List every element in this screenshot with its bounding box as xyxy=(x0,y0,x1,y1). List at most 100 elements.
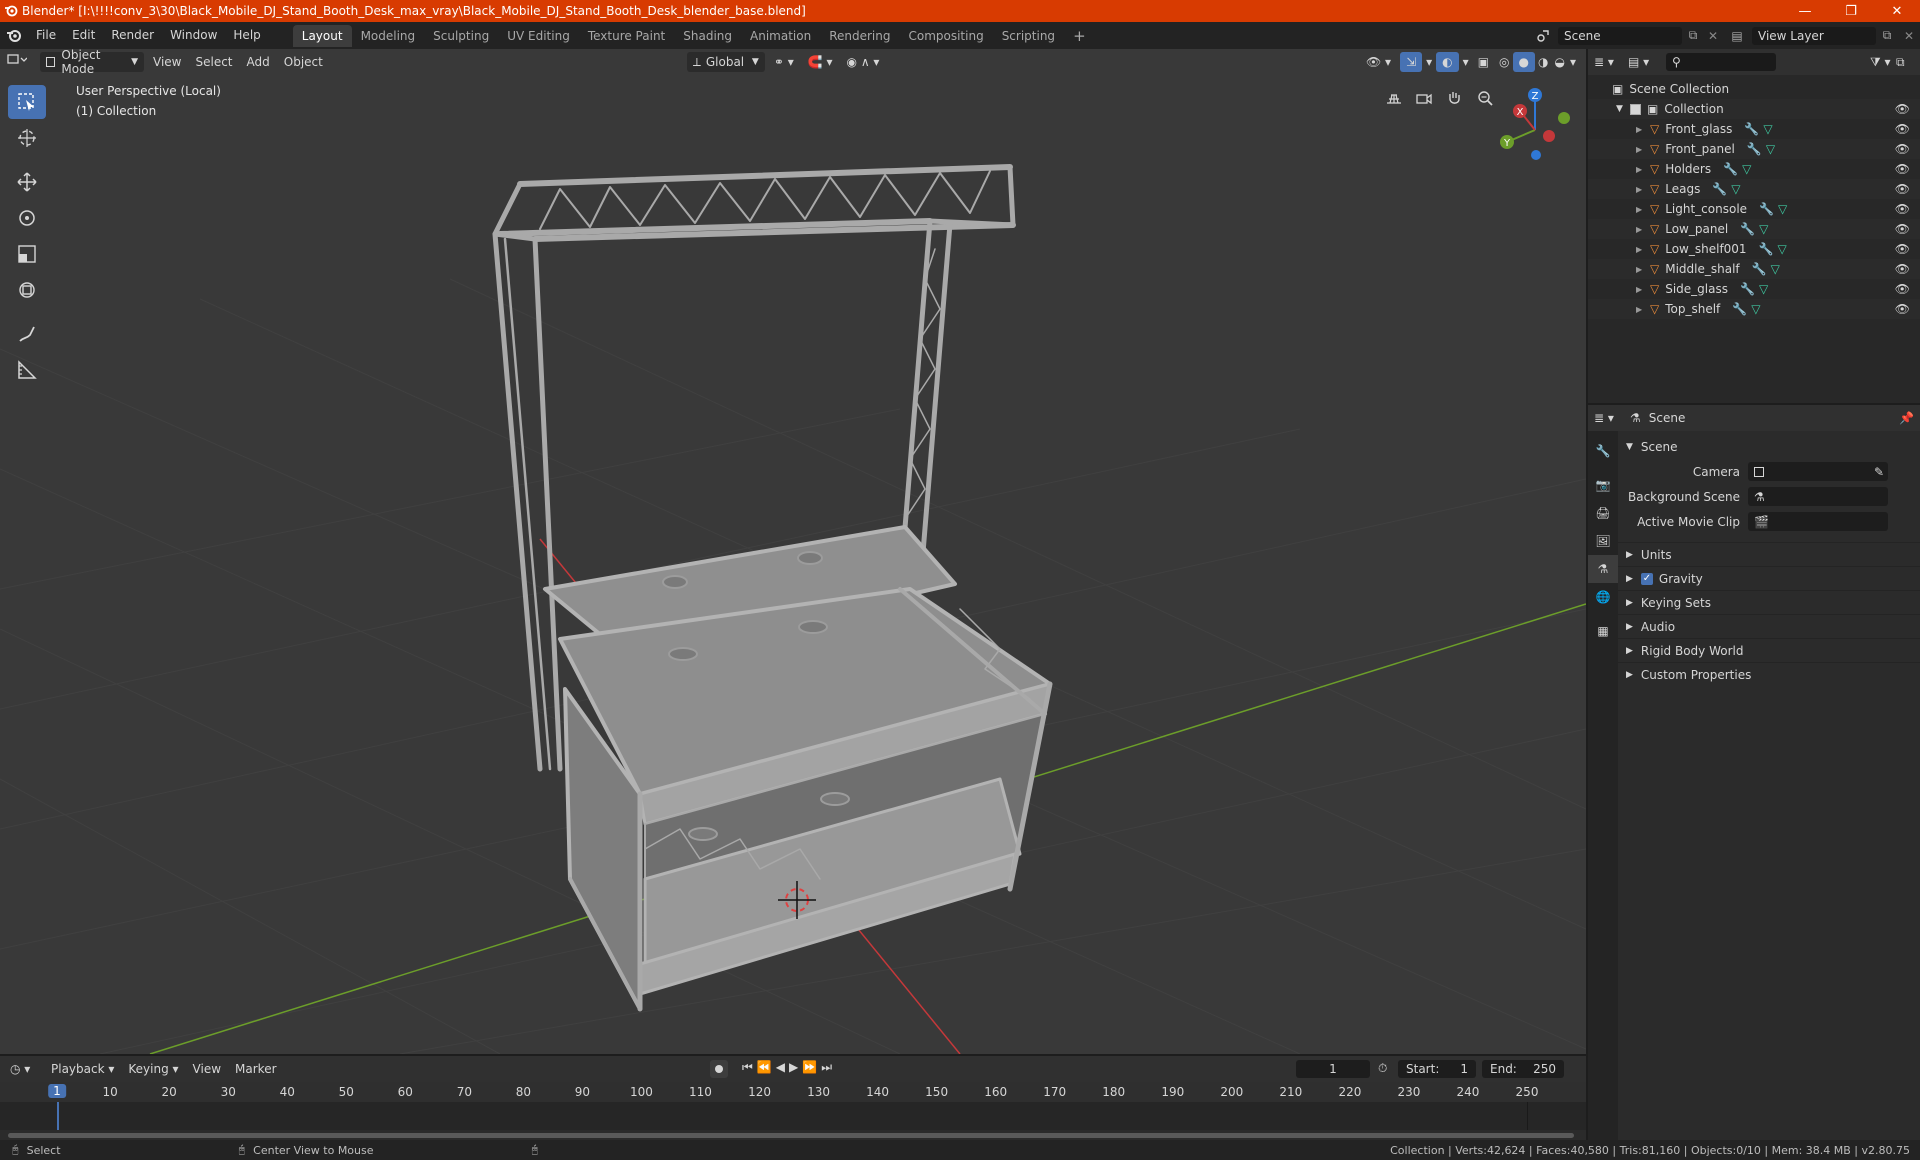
outliner-editor-type-icon[interactable]: ≣ ▾ xyxy=(1594,55,1628,69)
eye-icon[interactable]: 👁 xyxy=(1895,262,1910,276)
outliner-object-row[interactable]: ▶ ▽ Front_panel 🔧 ▽ 👁 xyxy=(1588,139,1920,159)
view-layer-selector[interactable]: View Layer xyxy=(1752,26,1876,45)
end-frame-field[interactable]: End: 250 xyxy=(1482,1060,1564,1078)
modifier-wrench-icon[interactable]: 🔧 xyxy=(1740,222,1755,236)
mesh-data-icon[interactable]: ▽ xyxy=(1766,142,1775,156)
menu-help[interactable]: Help xyxy=(225,22,268,49)
move-tool-icon[interactable] xyxy=(8,165,46,199)
tab-shading[interactable]: Shading xyxy=(674,25,741,47)
mesh-data-icon[interactable]: ▽ xyxy=(1751,302,1760,316)
outliner-object-row[interactable]: ▶ ▽ Front_glass 🔧 ▽ 👁 xyxy=(1588,119,1920,139)
rigid-body-world-panel-header[interactable]: ▶ Rigid Body World xyxy=(1618,638,1920,662)
modifier-wrench-icon[interactable]: 🔧 xyxy=(1752,262,1767,276)
tab-uv-editing[interactable]: UV Editing xyxy=(498,25,579,47)
properties-editor-type-icon[interactable]: ≣ ▾ xyxy=(1594,411,1630,425)
maximize-button[interactable]: ❐ xyxy=(1828,0,1874,22)
expand-arrow-icon[interactable]: ▶ xyxy=(1636,205,1650,214)
mesh-data-icon[interactable]: ▽ xyxy=(1763,122,1772,136)
menu-playback[interactable]: Playback ▾ xyxy=(44,1059,121,1079)
outliner-object-row[interactable]: ▶ ▽ Light_console 🔧 ▽ 👁 xyxy=(1588,199,1920,219)
timeline-editor-type-icon[interactable]: ◷ ▾ xyxy=(0,1062,44,1076)
tab-rendering[interactable]: Rendering xyxy=(820,25,899,47)
outliner-object-row[interactable]: ▶ ▽ Low_panel 🔧 ▽ 👁 xyxy=(1588,219,1920,239)
eye-icon[interactable]: 👁 xyxy=(1895,282,1910,296)
delete-scene-icon[interactable]: ✕ xyxy=(1704,29,1722,43)
eye-icon[interactable]: 👁 xyxy=(1895,222,1910,236)
tab-layout[interactable]: Layout xyxy=(292,24,352,47)
modifier-wrench-icon[interactable]: 🔧 xyxy=(1759,242,1774,256)
record-icon[interactable] xyxy=(710,1060,728,1078)
active-movie-clip-field[interactable]: 🎬 xyxy=(1748,512,1888,531)
expand-arrow-icon[interactable]: ▶ xyxy=(1636,225,1650,234)
custom-properties-panel-header[interactable]: ▶ Custom Properties xyxy=(1618,662,1920,686)
jump-end-icon[interactable]: ⏭ xyxy=(821,1060,832,1078)
expand-arrow-icon[interactable]: ▼ xyxy=(1616,104,1630,114)
menu-keying[interactable]: Keying ▾ xyxy=(121,1059,185,1079)
keying-sets-panel-header[interactable]: ▶ Keying Sets xyxy=(1618,590,1920,614)
rotate-tool-icon[interactable] xyxy=(8,201,46,235)
select-box-tool-icon[interactable] xyxy=(8,85,46,119)
camera-field[interactable]: ✎ xyxy=(1748,462,1888,481)
toggle-camera-grid-icon[interactable] xyxy=(1381,85,1407,111)
outliner-object-row[interactable]: ▶ ▽ Top_shelf 🔧 ▽ 👁 xyxy=(1588,299,1920,319)
expand-arrow-icon[interactable]: ▶ xyxy=(1636,285,1650,294)
eye-icon[interactable]: 👁 xyxy=(1895,142,1910,156)
camera-view-icon[interactable] xyxy=(1411,85,1437,111)
modifier-wrench-icon[interactable]: 🔧 xyxy=(1740,282,1755,296)
pin-icon[interactable]: 📌 xyxy=(1899,411,1914,425)
eyedropper-icon[interactable]: ✎ xyxy=(1874,465,1884,479)
visibility-icon[interactable]: 👁 ▾ xyxy=(1359,52,1398,72)
eye-icon[interactable]: 👁 xyxy=(1895,182,1910,196)
outliner-object-row[interactable]: ▶ ▽ Low_shelf001 🔧 ▽ 👁 xyxy=(1588,239,1920,259)
start-frame-field[interactable]: Start: 1 xyxy=(1398,1060,1476,1078)
texture-tab-icon[interactable]: ▦ xyxy=(1588,617,1618,645)
xray-icon[interactable]: ▣ xyxy=(1471,52,1496,72)
outliner-search-input[interactable]: ⚲ xyxy=(1666,53,1776,71)
3d-viewport[interactable]: Object Mode ▼ View Select Add Object ⟂ G… xyxy=(0,49,1586,1054)
expand-arrow-icon[interactable]: ▶ xyxy=(1636,305,1650,314)
gizmo-toggle-icon[interactable]: ⇲ xyxy=(1400,52,1423,72)
menu-timeline-view[interactable]: View xyxy=(186,1059,228,1079)
navigation-gizmo[interactable]: Z Y X xyxy=(1490,85,1580,175)
eye-icon[interactable]: 👁 xyxy=(1895,162,1910,176)
output-tab-icon[interactable]: 🖨 xyxy=(1588,499,1618,527)
menu-window[interactable]: Window xyxy=(162,22,225,49)
shading-wireframe-icon[interactable]: ◎ xyxy=(1496,52,1512,72)
cursor-tool-icon[interactable] xyxy=(8,121,46,155)
outliner-object-row[interactable]: ▶ ▽ Middle_shalf 🔧 ▽ 👁 xyxy=(1588,259,1920,279)
expand-arrow-icon[interactable]: ▶ xyxy=(1636,145,1650,154)
expand-arrow-icon[interactable]: ▶ xyxy=(1636,165,1650,174)
gravity-panel-header[interactable]: ▶ ✓ Gravity xyxy=(1618,566,1920,590)
shading-rendered-icon[interactable]: ◒ xyxy=(1551,52,1567,72)
mesh-data-icon[interactable]: ▽ xyxy=(1778,202,1787,216)
overlay-toggle-icon[interactable]: ◐ xyxy=(1436,52,1459,72)
modifier-wrench-icon[interactable]: 🔧 xyxy=(1759,202,1774,216)
add-workspace-button[interactable]: + xyxy=(1064,25,1095,47)
tab-animation[interactable]: Animation xyxy=(741,25,820,47)
play-reverse-icon[interactable]: ◀ xyxy=(776,1060,785,1078)
eye-icon[interactable]: 👁 xyxy=(1895,302,1910,316)
scene-type-icon[interactable] xyxy=(1528,29,1558,43)
eye-icon[interactable]: 👁 xyxy=(1895,102,1910,116)
new-scene-icon[interactable]: ⧉ xyxy=(1682,28,1704,43)
new-view-layer-icon[interactable]: ⧉ xyxy=(1876,28,1898,43)
editor-type-icon[interactable] xyxy=(0,52,38,72)
expand-arrow-icon[interactable]: ▶ xyxy=(1636,125,1650,134)
timeline-track-area[interactable] xyxy=(0,1102,1586,1130)
mesh-data-icon[interactable]: ▽ xyxy=(1771,262,1780,276)
mode-selector[interactable]: Object Mode ▼ xyxy=(40,49,144,76)
display-mode-icon[interactable]: ▤ ▾ xyxy=(1628,55,1666,69)
shading-material-icon[interactable]: ◑ xyxy=(1535,52,1551,72)
tab-texture-paint[interactable]: Texture Paint xyxy=(579,25,674,47)
menu-edit[interactable]: Edit xyxy=(64,22,103,49)
modifier-wrench-icon[interactable]: 🔧 xyxy=(1744,122,1759,136)
play-icon[interactable]: ▶ xyxy=(789,1060,798,1078)
viewlayer-type-icon[interactable]: ▤ xyxy=(1722,29,1752,43)
minimize-button[interactable]: — xyxy=(1782,0,1828,22)
mesh-data-icon[interactable]: ▽ xyxy=(1742,162,1751,176)
transform-orientation[interactable]: ⟂ Global ▼ xyxy=(686,52,765,72)
transform-tool-icon[interactable] xyxy=(8,273,46,307)
scene-tab-icon[interactable]: ⚗ xyxy=(1588,555,1618,583)
eye-icon[interactable]: 👁 xyxy=(1895,202,1910,216)
menu-add[interactable]: Add xyxy=(240,52,277,72)
